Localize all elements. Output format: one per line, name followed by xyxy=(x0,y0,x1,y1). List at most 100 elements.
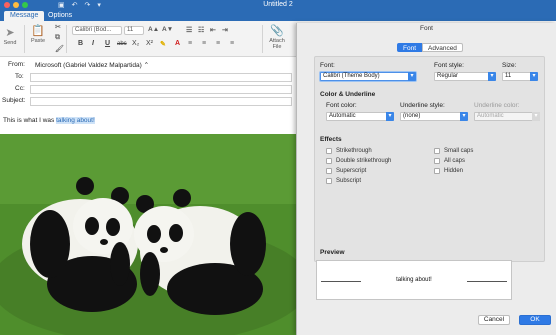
dialog-tabs: Font Advanced xyxy=(397,43,463,52)
chevron-down-icon: ▾ xyxy=(408,72,416,81)
cc-field[interactable] xyxy=(30,85,292,94)
cut-icon[interactable]: ✂ xyxy=(55,23,61,31)
font-label: Font: xyxy=(320,62,335,69)
cancel-button[interactable]: Cancel xyxy=(478,315,510,325)
chevron-down-icon: ▾ xyxy=(532,112,540,121)
font-style-value: Regular xyxy=(437,73,459,79)
numbering-icon[interactable]: ☷ xyxy=(198,26,204,34)
outdent-icon[interactable]: ⇤ xyxy=(210,26,216,34)
double-strikethrough-checkbox[interactable] xyxy=(326,158,332,164)
window-title: Untitled 2 xyxy=(263,1,293,8)
subscript-button[interactable]: X₂ xyxy=(132,40,139,47)
font-dialog: Font Font Advanced Font: Calibri (Theme … xyxy=(296,23,556,335)
hidden-label: Hidden xyxy=(444,168,464,174)
chevron-down-icon: ▾ xyxy=(530,72,538,81)
justify-icon[interactable]: ≡ xyxy=(230,40,234,47)
chevron-down-icon: ▾ xyxy=(460,112,468,121)
to-field[interactable] xyxy=(30,73,292,82)
underline-color-value: Automatic xyxy=(477,113,504,119)
to-label: To: xyxy=(15,73,24,80)
font-color-select[interactable]: Automatic ▾ xyxy=(326,112,394,121)
bold-button[interactable]: B xyxy=(78,40,83,47)
paste-button[interactable]: 📋 Paste xyxy=(29,25,47,44)
tab-font[interactable]: Font xyxy=(397,43,423,52)
message-body-text[interactable]: This is what I was talking about! xyxy=(3,117,95,124)
font-name-box[interactable]: Calibri (Bod... xyxy=(72,26,122,35)
align-right-icon[interactable]: ≡ xyxy=(216,40,220,47)
ribbon-divider xyxy=(66,25,67,53)
underline-button[interactable]: U xyxy=(105,40,110,47)
subscript-checkbox[interactable] xyxy=(326,178,332,184)
tab-advanced[interactable]: Advanced xyxy=(422,43,463,52)
font-size-box[interactable]: 11 xyxy=(124,26,144,35)
copy-icon[interactable]: ⧉ xyxy=(55,34,60,42)
selected-text: talking about! xyxy=(56,117,95,124)
font-name-value: Calibri (Theme Body) xyxy=(323,73,380,79)
to-row: To: xyxy=(0,72,300,83)
preview-heading: Preview xyxy=(320,249,345,256)
all-caps-checkbox[interactable] xyxy=(434,158,440,164)
font-style-label: Font style: xyxy=(434,62,464,69)
color-underline-heading: Color & Underline xyxy=(320,91,376,98)
ribbon-divider xyxy=(24,25,25,53)
font-name-select[interactable]: Calibri (Theme Body) ▾ xyxy=(320,72,416,81)
format-painter-icon[interactable]: 🖌 xyxy=(55,45,64,53)
from-row: From: Microsoft (Gabriel Valdez Malparti… xyxy=(0,60,300,71)
ribbon-tabs: Message Options xyxy=(0,10,556,21)
preview-baseline-right xyxy=(467,281,507,282)
attach-label: Attach File xyxy=(269,38,285,50)
strikethrough-checkbox[interactable] xyxy=(326,148,332,154)
font-color-icon[interactable]: A xyxy=(175,40,180,47)
font-size-value: 11 xyxy=(505,73,512,79)
from-label: From: xyxy=(8,61,25,68)
chevron-down-icon: ▾ xyxy=(488,72,496,81)
send-label: Send xyxy=(3,40,17,46)
send-button[interactable]: ➤ Send xyxy=(2,27,18,46)
size-label: Size: xyxy=(502,62,517,69)
from-account-select[interactable]: Microsoft (Gabriel Valdez Malpartida) ⌃ xyxy=(35,61,149,69)
subject-row: Subject: xyxy=(0,96,300,107)
bullets-icon[interactable]: ☰ xyxy=(186,26,192,34)
superscript-button[interactable]: X² xyxy=(146,40,153,47)
dialog-title: Font xyxy=(419,25,433,32)
paperclip-icon: 📎 xyxy=(270,25,284,37)
effects-heading: Effects xyxy=(320,136,342,143)
cc-row: Cc: xyxy=(0,84,300,95)
ok-button[interactable]: OK xyxy=(519,315,551,325)
tab-options[interactable]: Options xyxy=(42,11,78,21)
attach-file-button[interactable]: 📎 Attach File xyxy=(266,25,288,50)
title-bar: ▣ ↶ ↷ ▾ Untitled 2 xyxy=(0,0,556,10)
font-style-select[interactable]: Regular ▾ xyxy=(434,72,496,81)
underline-color-label: Underline color: xyxy=(474,102,520,109)
small-caps-checkbox[interactable] xyxy=(434,148,440,154)
clipboard-icon: 📋 xyxy=(31,25,45,37)
subscript-label: Subscript xyxy=(336,178,362,184)
italic-button[interactable]: I xyxy=(92,40,94,47)
hidden-checkbox[interactable] xyxy=(434,168,440,174)
strikethrough-label: Strikethrough xyxy=(336,148,372,154)
align-left-icon[interactable]: ≡ xyxy=(188,40,192,47)
underline-style-value: (none) xyxy=(403,113,421,119)
grow-font-icon[interactable]: A▲ xyxy=(148,26,159,33)
subject-label: Subject: xyxy=(2,97,26,104)
body-prefix: This is what I was xyxy=(3,117,57,124)
ribbon-divider xyxy=(262,25,263,53)
small-caps-label: Small caps xyxy=(444,148,474,154)
send-icon: ➤ xyxy=(5,27,15,39)
superscript-checkbox[interactable] xyxy=(326,168,332,174)
align-center-icon[interactable]: ≡ xyxy=(202,40,206,47)
preview-box: talking about! xyxy=(316,260,512,300)
strikethrough-button[interactable]: abc xyxy=(117,41,127,47)
highlight-icon[interactable]: ✎ xyxy=(160,40,166,48)
double-strikethrough-label: Double strikethrough xyxy=(336,158,392,164)
panda-photo xyxy=(0,134,300,335)
shrink-font-icon[interactable]: A▼ xyxy=(162,26,173,33)
font-color-value: Automatic xyxy=(329,113,356,119)
indent-icon[interactable]: ⇥ xyxy=(222,26,228,34)
paste-label: Paste xyxy=(30,38,46,44)
underline-style-select[interactable]: (none) ▾ xyxy=(400,112,468,121)
tab-message[interactable]: Message xyxy=(4,11,45,21)
font-size-select[interactable]: 11 ▾ xyxy=(502,72,538,81)
subject-field[interactable] xyxy=(30,97,292,106)
underline-color-select: Automatic ▾ xyxy=(474,112,540,121)
